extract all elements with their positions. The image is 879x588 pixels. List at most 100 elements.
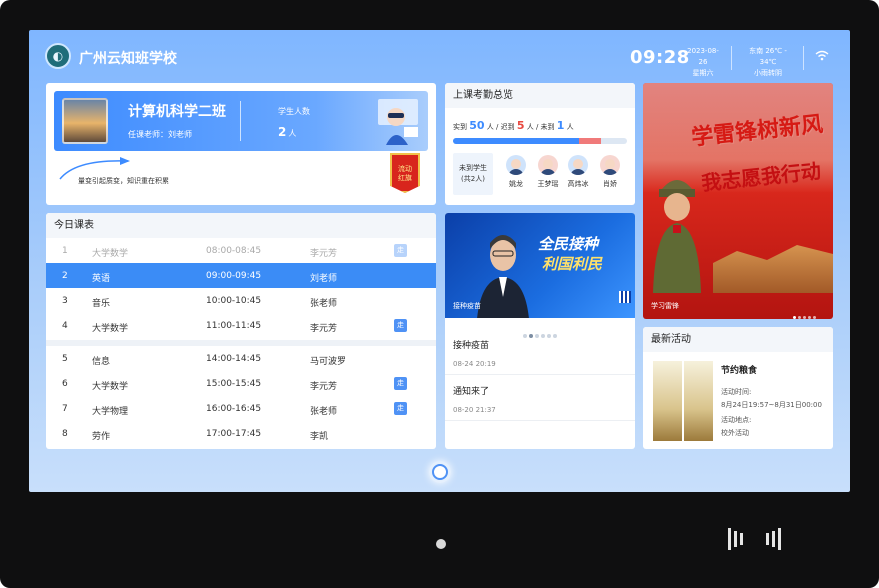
- attendance-summary: 实到 50 人 / 迟到 5 人 / 未到 1 人: [453, 119, 574, 132]
- carousel-dot[interactable]: [547, 334, 551, 338]
- schedule-time: 14:00-14:45: [206, 354, 262, 364]
- schedule-time: 15:00-15:45: [206, 379, 262, 389]
- carousel-dots[interactable]: [523, 323, 559, 342]
- mascot-illustration: [378, 99, 418, 145]
- absent-students-label: 未到学生 (共2人): [453, 153, 493, 195]
- carousel-dot[interactable]: [523, 334, 527, 338]
- carousel-dot[interactable]: [535, 334, 539, 338]
- poster-carousel[interactable]: 学雷锋树新风 我志愿我行动 学习雷锋: [643, 83, 833, 319]
- carousel-dot[interactable]: [541, 334, 545, 338]
- avatar: [568, 155, 588, 175]
- banner-divider: [240, 101, 241, 141]
- attendance-title: 上课考勤总览: [445, 83, 635, 108]
- absent-student-name: 姚龙: [509, 180, 523, 188]
- attendance-absent: 1: [556, 119, 565, 132]
- header-divider: [803, 46, 804, 70]
- schedule-teacher: 李元芳: [310, 249, 338, 259]
- schedule-row[interactable]: 5 信息 14:00-14:45 马可波罗: [46, 346, 436, 371]
- avatar: [506, 155, 526, 175]
- screen: ◐ 广州云知班学校 09:28 2023-08-26 星期六 东南 26℃ - …: [29, 30, 850, 492]
- carousel-dot[interactable]: [803, 316, 806, 319]
- absent-student[interactable]: 肖娇: [597, 153, 623, 189]
- qr-code-icon: [619, 291, 631, 303]
- temperature: 26℃ - 34℃: [759, 47, 787, 66]
- schedule-subject: 大学物理: [92, 407, 129, 417]
- activity-name: 节约粮食: [721, 366, 758, 376]
- absent-student[interactable]: 姚龙: [503, 153, 529, 189]
- news-card: 全民接种 利国利民 接种疫苗 接种疫苗 08-24 20:19 通知来了 08-…: [445, 213, 635, 449]
- news-banner-image[interactable]: 全民接种 利国利民 接种疫苗: [445, 213, 635, 318]
- speaker-grille: [728, 528, 731, 550]
- schedule-time: 17:00-17:45: [206, 429, 262, 439]
- soldier-illustration: [653, 180, 701, 293]
- absent-student[interactable]: 高炜冰: [565, 153, 591, 189]
- carousel-dot[interactable]: [808, 316, 811, 319]
- schedule-divider: [46, 340, 436, 346]
- news-headline-1: 全民接种: [538, 235, 599, 253]
- schedule-index: 4: [62, 321, 68, 331]
- schedule-teacher: 李凯: [310, 432, 329, 442]
- carousel-dot[interactable]: [798, 316, 801, 319]
- schedule-row[interactable]: 2 英语 09:00-09:45 刘老师: [46, 263, 436, 288]
- schedule-row[interactable]: 6 大学数学 15:00-15:45 李元芳 走: [46, 371, 436, 396]
- absent-student-name: 肖娇: [603, 180, 617, 188]
- school-logo-icon: ◐: [45, 43, 71, 69]
- absent-student-name: 王梦瑶: [537, 180, 559, 188]
- absent-student[interactable]: 王梦瑶: [535, 153, 561, 189]
- avatar: [538, 155, 558, 175]
- schedule-row[interactable]: 3 音乐 10:00-10:45 张老师: [46, 288, 436, 313]
- walk-badge: 走: [394, 377, 407, 390]
- class-card[interactable]: 计算机科学二班 任课老师：刘老师 学生人数 2人 量变引起质变，知识重在积累 流…: [46, 83, 436, 205]
- attendance-bar-late: [579, 138, 601, 144]
- activity-place-value: 校外活动: [721, 429, 749, 437]
- walk-badge: 走: [394, 244, 407, 257]
- carousel-dot[interactable]: [553, 334, 557, 338]
- red-flag-badge: 流动 红旗: [390, 153, 420, 193]
- absent-student-name: 高炜冰: [567, 180, 589, 188]
- schedule-time: 10:00-10:45: [206, 296, 262, 306]
- schedule-row[interactable]: 4 大学数学 11:00-11:45 李元芳 走: [46, 313, 436, 338]
- news-item-date: 08-24 20:19: [453, 360, 496, 368]
- carousel-dot[interactable]: [813, 316, 816, 319]
- schedule-teacher: 李元芳: [310, 324, 338, 334]
- schedule-teacher: 刘老师: [310, 274, 338, 284]
- schedule-subject: 信息: [92, 357, 111, 367]
- news-image-caption: 接种疫苗: [453, 302, 481, 310]
- schedule-teacher: 马可波罗: [310, 357, 347, 367]
- camera: [436, 539, 446, 549]
- poster-carousel-dots[interactable]: [793, 304, 818, 319]
- class-motto: 量变引起质变，知识重在积累: [78, 177, 169, 185]
- activity-image: [653, 361, 713, 441]
- schedule-subject: 大学数学: [92, 324, 129, 334]
- news-item-title[interactable]: 通知来了: [453, 384, 489, 397]
- speaker-grille: [734, 531, 737, 547]
- attendance-actual: 50: [469, 119, 485, 132]
- speaker-grille: [740, 533, 743, 545]
- activity-card[interactable]: 最新活动 节约粮食 活动时间: 8月24日19:57~8月31日00:00 活动…: [643, 327, 833, 449]
- schedule-subject: 大学数学: [92, 382, 129, 392]
- schedule-teacher: 张老师: [310, 407, 338, 417]
- home-button[interactable]: [429, 461, 451, 483]
- attendance-bar: [453, 138, 627, 144]
- activity-place-label: 活动地点:: [721, 416, 752, 424]
- carousel-dot[interactable]: [793, 316, 796, 319]
- schedule-teacher: 李元芳: [310, 382, 338, 392]
- activity-title: 最新活动: [643, 327, 833, 352]
- weather-box: 东南 26℃ - 34℃ 小雨转阴: [741, 46, 795, 79]
- news-headline-2: 利国利民: [542, 255, 603, 273]
- schedule-index: 5: [62, 354, 68, 364]
- attendance-card[interactable]: 上课考勤总览 实到 50 人 / 迟到 5 人 / 未到 1 人 未到学生 (共…: [445, 83, 635, 205]
- schedule-row[interactable]: 8 劳作 17:00-17:45 李凯: [46, 421, 436, 446]
- class-teacher: 任课老师：刘老师: [128, 130, 192, 139]
- class-name: 计算机科学二班: [128, 104, 226, 120]
- schedule-card: 今日课表 1 大学数学 08:00-08:45 李元芳走 2 英语 09:00-09:45 刘…: [46, 213, 436, 449]
- carousel-dot[interactable]: [529, 334, 533, 338]
- schedule-index: 2: [62, 271, 68, 281]
- schedule-row[interactable]: 7 大学物理 16:00-16:45 张老师 走: [46, 396, 436, 421]
- schedule-subject: 劳作: [92, 432, 111, 442]
- speaker-grille: [778, 528, 781, 550]
- poster-caption: 学习雷锋: [651, 302, 679, 310]
- schedule-index: 3: [62, 296, 68, 306]
- news-item-title[interactable]: 接种疫苗: [453, 338, 489, 351]
- schedule-row[interactable]: 1 大学数学 08:00-08:45 李元芳 走: [46, 238, 436, 263]
